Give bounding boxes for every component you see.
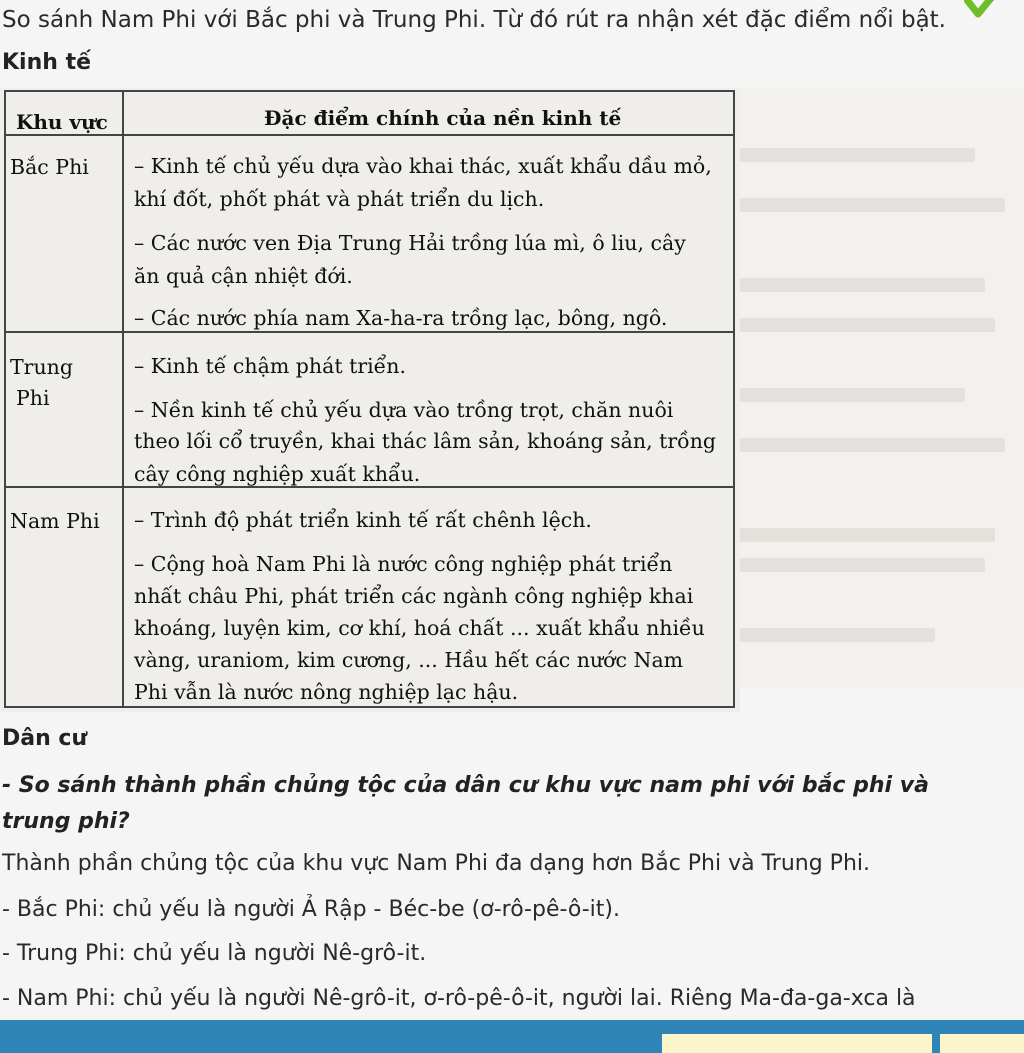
population-heading: Dân cư [2, 726, 88, 751]
region-nam-phi: Nam Phi [10, 509, 100, 533]
table-header-region: Khu vực [16, 110, 108, 134]
table-line: – Các nước phía nam Xa-ha-ra trồng lạc, … [134, 306, 668, 330]
table-line: nhất châu Phi, phát triển các ngành công… [134, 584, 694, 608]
table-line: ăn quả cận nhiệt đới. [134, 264, 353, 288]
table-line: – Trình độ phát triển kinh tế rất chênh … [134, 508, 592, 532]
table-line: cây công nghiệp xuất khẩu. [134, 462, 421, 486]
population-line: Thành phần chủng tộc của khu vực Nam Phi… [2, 851, 871, 876]
region-trung-phi-line-1: Trung [10, 355, 74, 379]
economy-heading: Kinh tế [2, 50, 92, 75]
population-line: - Trung Phi: chủ yếu là người Nê-grô-it. [2, 941, 427, 966]
check-icon [964, 0, 995, 18]
table-line: – Nền kinh tế chủ yếu dựa vào trồng trọt… [134, 398, 674, 422]
population-sub-question: - So sánh thành phần chủng tộc của dân c… [2, 773, 929, 834]
bottom-bar-button[interactable] [662, 1034, 932, 1053]
table-line: theo lối cổ truyền, khai thác lâm sản, k… [134, 429, 717, 453]
table-header-economy: Đặc điểm chính của nền kinh tế [264, 106, 622, 130]
table-line: vàng, uraniom, kim cương, ... Hầu hết cá… [134, 648, 684, 672]
region-trung-phi-line-2: Phi [16, 386, 50, 410]
bottom-bar-button-secondary[interactable] [940, 1034, 1024, 1053]
question-text: So sánh Nam Phi với Bắc phi và Trung Phi… [2, 7, 946, 33]
table-line: – Các nước ven Địa Trung Hải trồng lúa m… [134, 231, 686, 255]
economy-table-image: Khu vực Đặc điểm chính của nền kinh tế B… [0, 88, 740, 712]
scan-background [735, 88, 1024, 688]
answer-page: So sánh Nam Phi với Bắc phi và Trung Phi… [0, 0, 1024, 1053]
region-bac-phi: Bắc Phi [10, 155, 89, 179]
population-line: - Nam Phi: chủ yếu là người Nê-grô-it, ơ… [2, 986, 916, 1011]
table-line: – Cộng hoà Nam Phi là nước công nghiệp p… [134, 552, 673, 576]
table-line: – Kinh tế chậm phát triển. [134, 354, 407, 378]
table-line: – Kinh tế chủ yếu dựa vào khai thác, xuấ… [134, 154, 712, 178]
table-line: khí đốt, phốt phát và phát triển du lịch… [134, 187, 545, 211]
population-line: - Bắc Phi: chủ yếu là người Ả Rập - Béc-… [2, 897, 620, 922]
table-line: Phi vẫn là nước nông nghiệp lạc hậu. [134, 680, 519, 704]
table-line: khoáng, luyện kim, cơ khí, hoá chất ... … [134, 616, 705, 640]
